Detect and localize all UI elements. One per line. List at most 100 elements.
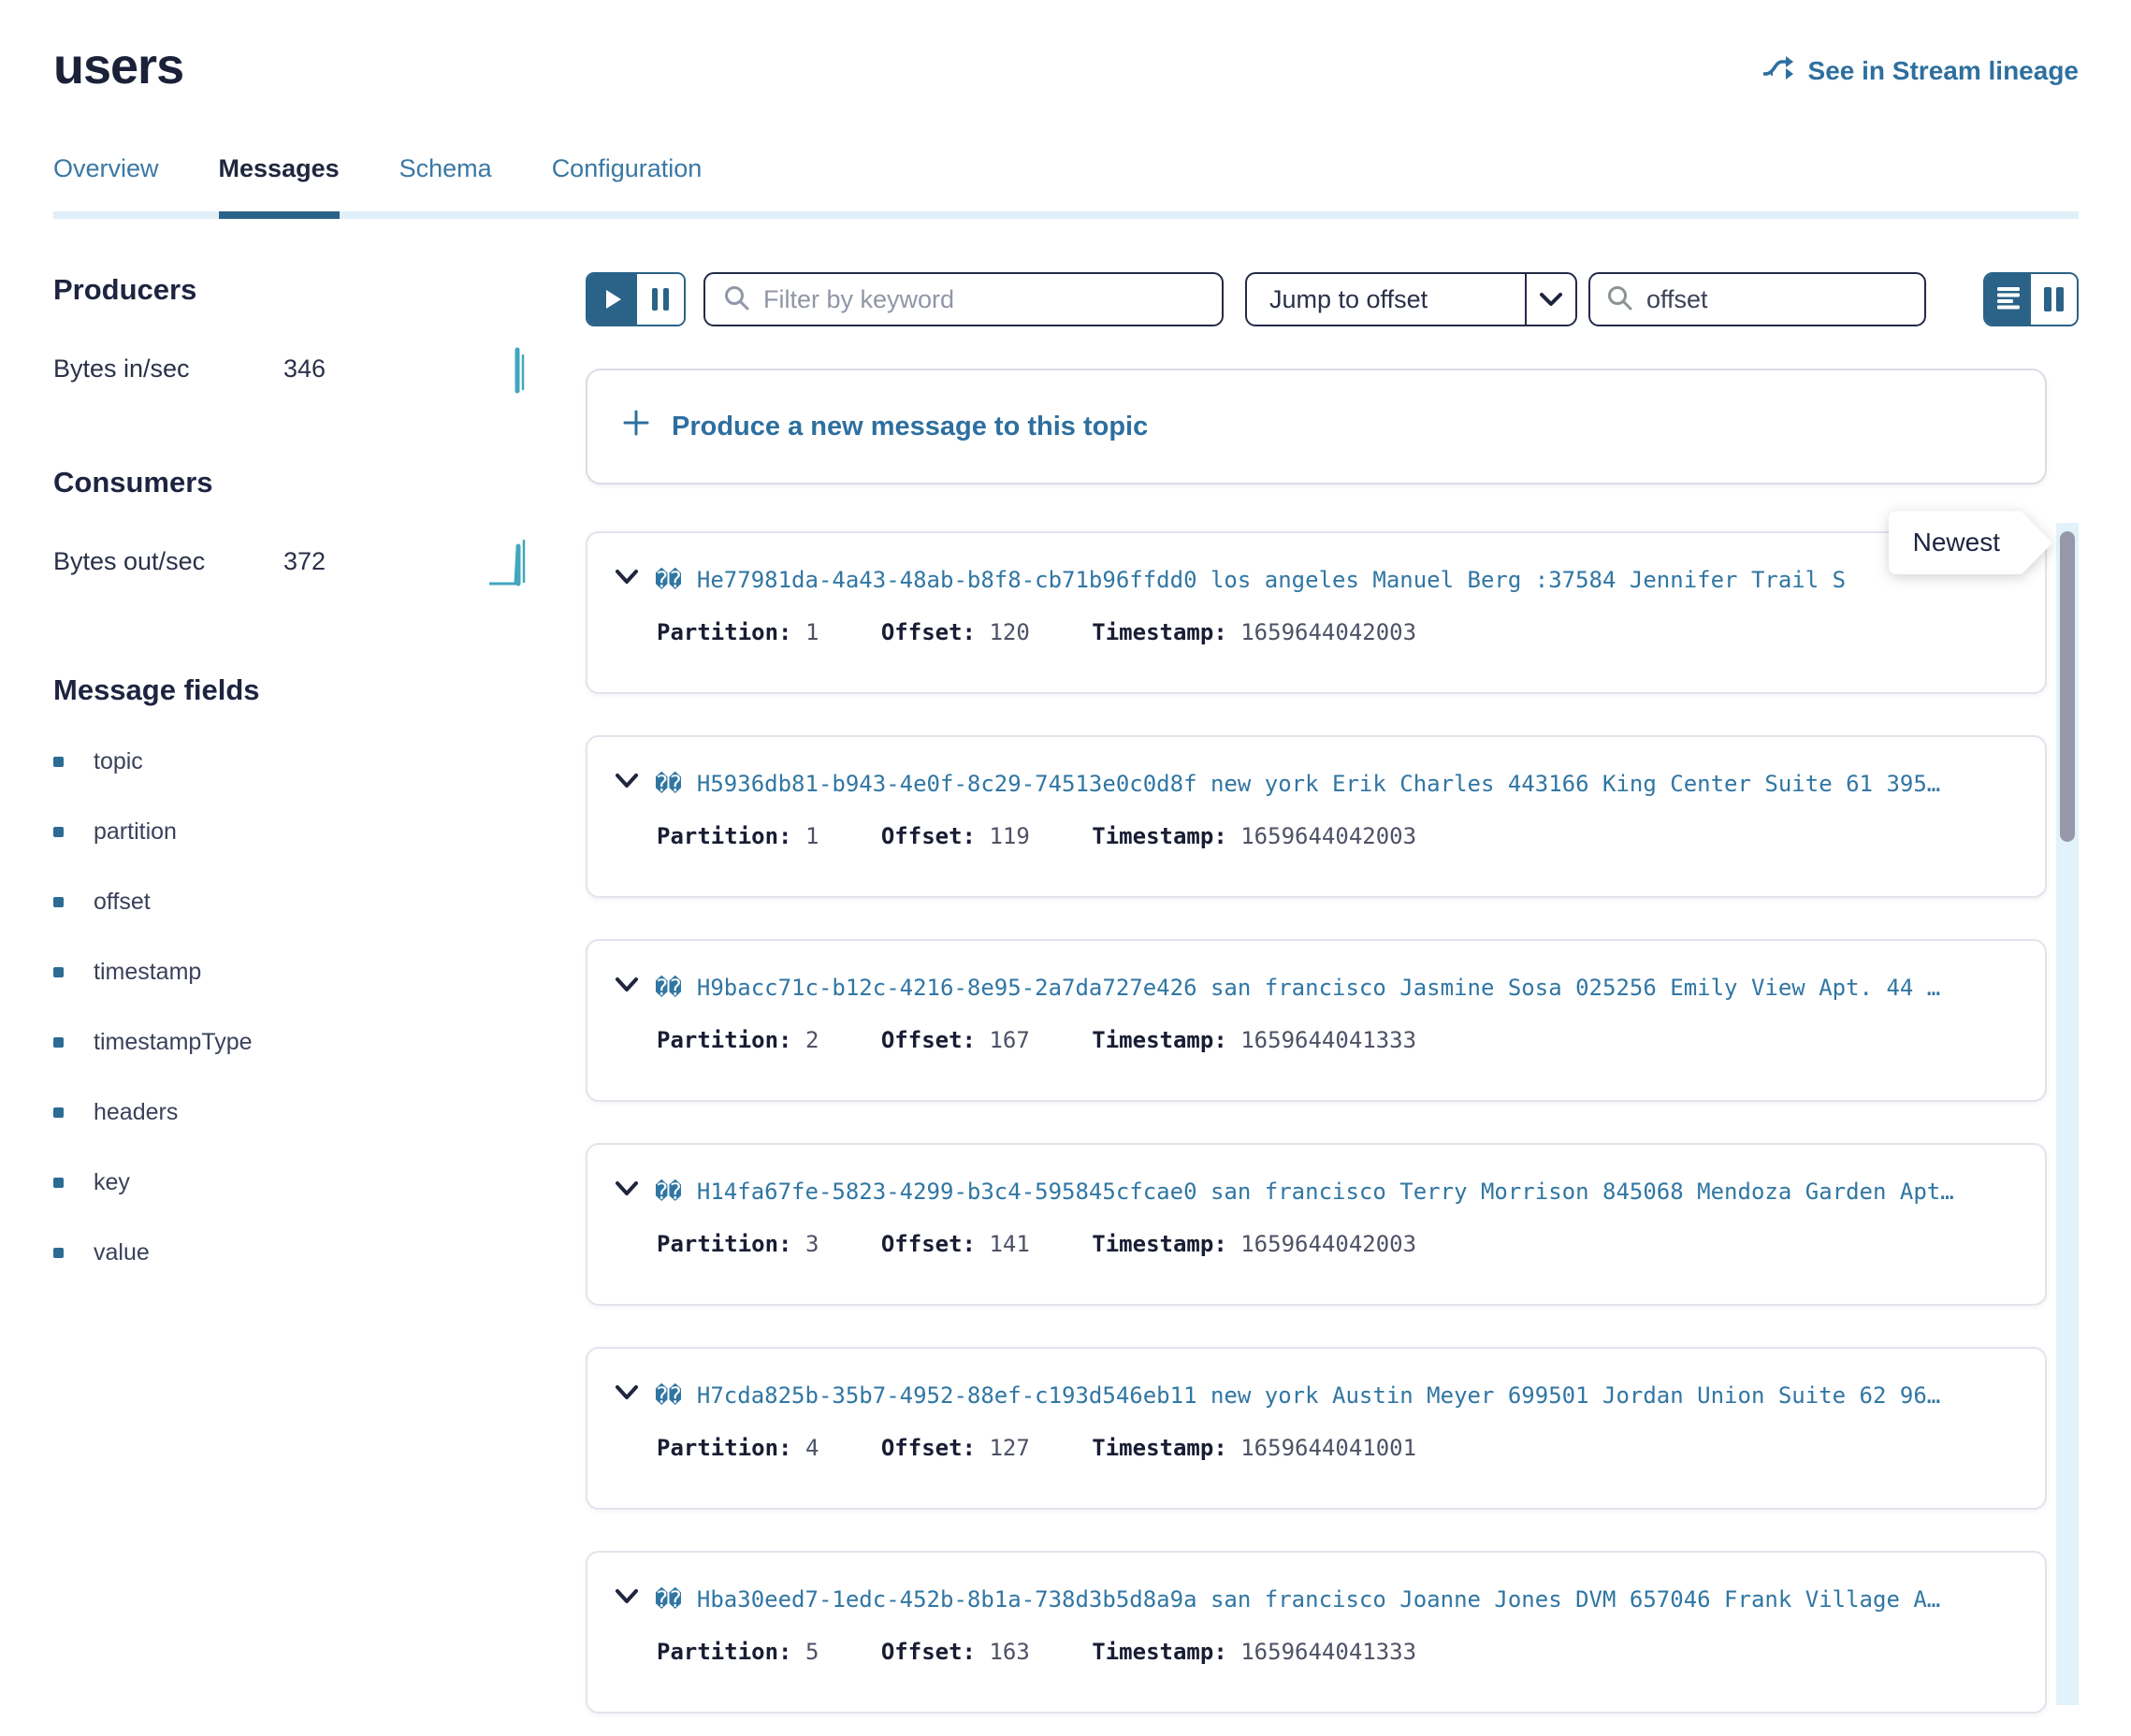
message-value-preview: He77981da-4a43-48ab-b8f8-cb71b96ffdd0 lo… [697, 567, 1846, 593]
pause-button[interactable] [637, 274, 684, 325]
chevron-down-icon[interactable] [614, 1179, 640, 1205]
stream-lineage-link[interactable]: See in Stream lineage [1761, 52, 2079, 89]
message-value-preview: H14fa67fe-5823-4299-b3c4-595845cfcae0 sa… [697, 1179, 1954, 1205]
offset-value: 127 [989, 1435, 1029, 1461]
lineage-link-label: See in Stream lineage [1808, 56, 2079, 86]
field-item-timestamp[interactable]: timestamp [53, 959, 532, 986]
field-item-value[interactable]: value [53, 1239, 532, 1266]
message-row[interactable]: �� H14fa67fe-5823-4299-b3c4-595845cfcae0… [586, 1143, 2047, 1306]
message-key-glyphs: �� [655, 975, 682, 1001]
message-key-glyphs: �� [655, 1179, 682, 1205]
search-icon [1605, 283, 1633, 316]
message-value-preview: H5936db81-b943-4e0f-8c29-74513e0c0d8f ne… [697, 771, 1940, 797]
bytes-in-sparkline [489, 342, 532, 395]
live-consume-toggle [586, 272, 686, 326]
column-view-button[interactable] [2031, 274, 2077, 325]
timestamp-value: 1659644042003 [1240, 619, 1416, 645]
bullet-icon [53, 1037, 64, 1048]
offset-value: 119 [989, 823, 1029, 849]
chevron-down-icon[interactable] [614, 975, 640, 1001]
chevron-down-icon[interactable] [1525, 274, 1575, 325]
field-item-key[interactable]: key [53, 1169, 532, 1196]
message-meta: Partition: 1 Offset: 120 Timestamp: 1659… [657, 619, 2022, 645]
message-key-glyphs: �� [655, 1382, 682, 1409]
bytes-out-value: 372 [283, 547, 326, 576]
lineage-icon [1761, 52, 1795, 89]
message-key-glyphs: �� [655, 771, 682, 797]
field-item-timestampType[interactable]: timestampType [53, 1029, 532, 1056]
pause-icon [652, 288, 658, 311]
list-view-button[interactable] [1985, 274, 2031, 325]
offset-search-input[interactable] [1646, 285, 1909, 314]
message-row[interactable]: �� H7cda825b-35b7-4952-88ef-c193d546eb11… [586, 1347, 2047, 1510]
message-meta: Partition: 3 Offset: 141 Timestamp: 1659… [657, 1231, 2022, 1257]
field-item-partition[interactable]: partition [53, 818, 532, 846]
timestamp-value: 1659644041001 [1240, 1435, 1416, 1461]
timestamp-value: 1659644041333 [1240, 1639, 1416, 1665]
tab-schema[interactable]: Schema [399, 154, 492, 211]
bytes-in-label: Bytes in/sec [53, 354, 283, 383]
page-title: users [53, 39, 183, 94]
newest-tooltip-label: Newest [1889, 511, 2052, 574]
timestamp-value: 1659644041333 [1240, 1027, 1416, 1053]
message-value-preview: H9bacc71c-b12c-4216-8e95-2a7da727e426 sa… [697, 975, 1940, 1001]
bullet-icon [53, 1248, 64, 1258]
message-row[interactable]: �� He77981da-4a43-48ab-b8f8-cb71b96ffdd0… [586, 531, 2047, 694]
partition-value: 4 [805, 1435, 819, 1461]
bytes-out-label: Bytes out/sec [53, 547, 283, 576]
play-icon [606, 290, 621, 309]
play-button[interactable] [587, 274, 637, 325]
bullet-icon [53, 1178, 64, 1188]
list-view-icon [1995, 284, 2022, 315]
offset-search-field[interactable] [1588, 272, 1926, 326]
view-mode-toggle [1983, 272, 2079, 326]
message-list-scrollbar[interactable] [2056, 523, 2079, 1705]
tab-overview[interactable]: Overview [53, 154, 159, 211]
topic-stats-sidebar: Producers Bytes in/sec 346 Consumers Byt… [53, 219, 532, 1714]
message-key-glyphs: �� [655, 1586, 682, 1613]
bullet-icon [53, 897, 64, 907]
messages-toolbar: Jump to offset [586, 272, 2079, 326]
tab-configuration[interactable]: Configuration [552, 154, 703, 211]
message-row[interactable]: �� H9bacc71c-b12c-4216-8e95-2a7da727e426… [586, 939, 2047, 1102]
keyword-filter-field[interactable] [703, 272, 1224, 326]
column-view-icon [2044, 287, 2051, 311]
timestamp-value: 1659644042003 [1240, 1231, 1416, 1257]
offset-value: 141 [989, 1231, 1029, 1257]
message-row[interactable]: �� H5936db81-b943-4e0f-8c29-74513e0c0d8f… [586, 735, 2047, 898]
message-meta: Partition: 4 Offset: 127 Timestamp: 1659… [657, 1435, 2022, 1461]
message-list: �� He77981da-4a43-48ab-b8f8-cb71b96ffdd0… [586, 531, 2079, 1714]
tab-messages[interactable]: Messages [219, 154, 340, 211]
plus-icon [621, 408, 651, 445]
message-meta: Partition: 1 Offset: 119 Timestamp: 1659… [657, 823, 2022, 849]
producers-heading: Producers [53, 273, 532, 307]
bullet-icon [53, 1107, 64, 1118]
message-meta: Partition: 2 Offset: 167 Timestamp: 1659… [657, 1027, 2022, 1053]
chevron-down-icon[interactable] [614, 771, 640, 797]
message-key-glyphs: �� [655, 567, 682, 593]
field-item-headers[interactable]: headers [53, 1099, 532, 1126]
scrollbar-thumb[interactable] [2060, 531, 2075, 842]
chevron-down-icon[interactable] [614, 1382, 640, 1409]
jump-to-offset-select[interactable]: Jump to offset [1245, 272, 1577, 326]
topic-tabs: Overview Messages Schema Configuration [53, 154, 2079, 219]
field-item-offset[interactable]: offset [53, 889, 532, 916]
consumers-heading: Consumers [53, 466, 532, 499]
partition-value: 5 [805, 1639, 819, 1665]
newest-tooltip: Newest [1889, 511, 2052, 574]
message-row[interactable]: �� Hba30eed7-1edc-452b-8b1a-738d3b5d8a9a… [586, 1551, 2047, 1714]
bullet-icon [53, 967, 64, 977]
produce-message-label: Produce a new message to this topic [672, 412, 1148, 442]
bytes-in-metric: Bytes in/sec 346 [53, 342, 532, 395]
field-item-topic[interactable]: topic [53, 748, 532, 775]
chevron-down-icon[interactable] [614, 1586, 640, 1613]
message-value-preview: H7cda825b-35b7-4952-88ef-c193d546eb11 ne… [697, 1382, 1940, 1409]
search-icon [722, 283, 750, 316]
offset-value: 120 [989, 619, 1029, 645]
produce-message-button[interactable]: Produce a new message to this topic [586, 369, 2047, 485]
bullet-icon [53, 757, 64, 767]
message-meta: Partition: 5 Offset: 163 Timestamp: 1659… [657, 1639, 2022, 1665]
chevron-down-icon[interactable] [614, 567, 640, 593]
keyword-filter-input[interactable] [763, 285, 1205, 314]
partition-value: 3 [805, 1231, 819, 1257]
